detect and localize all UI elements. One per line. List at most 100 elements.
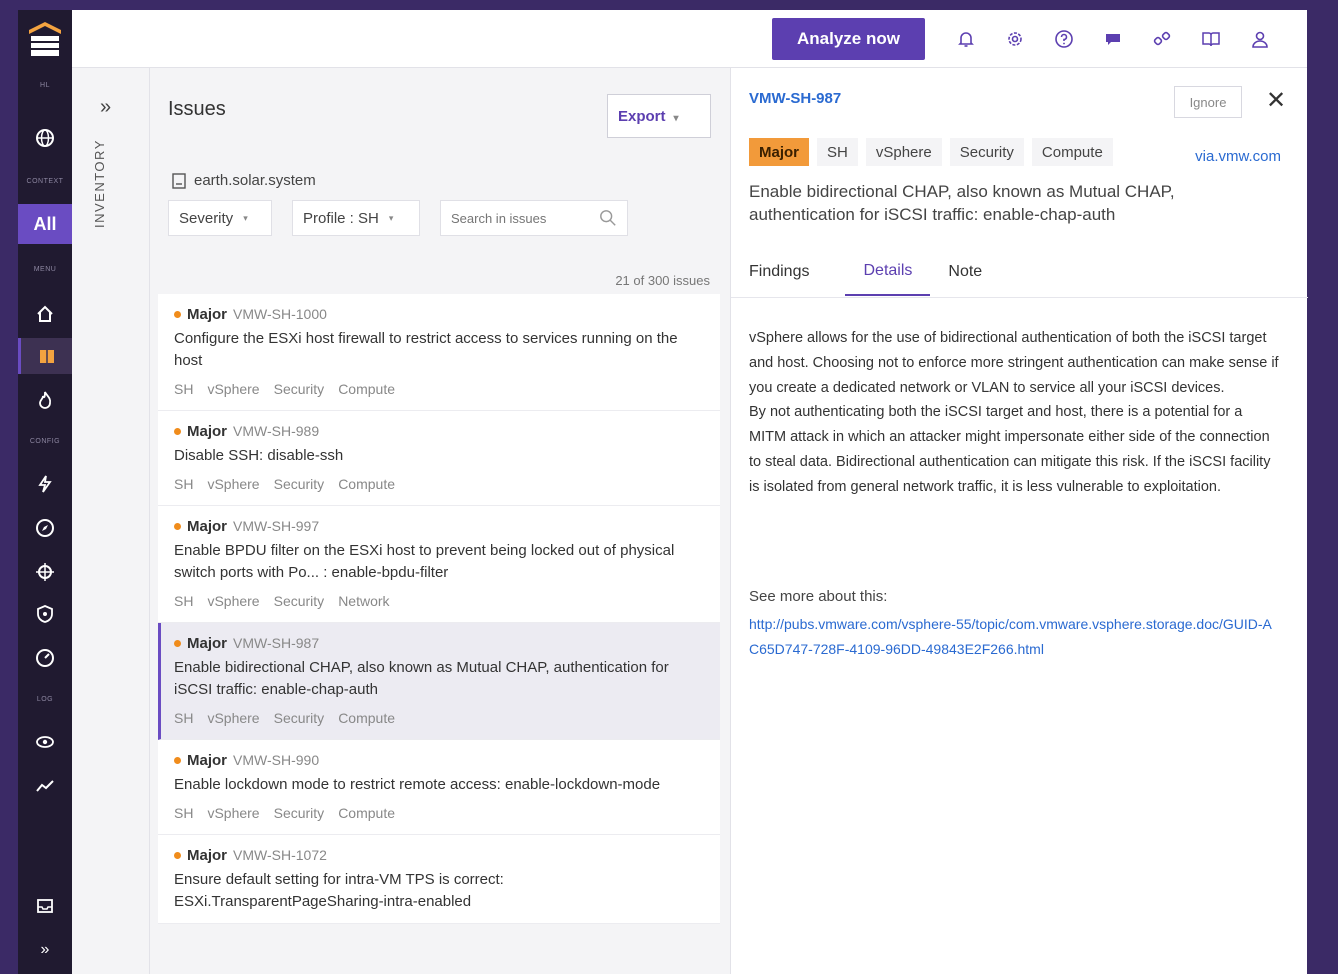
issue-item-selected[interactable]: Major VMW-SH-987 Enable bidirectional CHA… xyxy=(158,623,720,740)
issue-item[interactable]: Major VMW-SH-1072 Ensure default setting … xyxy=(158,835,720,924)
issue-tag: vSphere xyxy=(207,593,260,609)
profile-filter[interactable]: Profile : SH ▾ xyxy=(292,200,420,236)
issue-tag: Security xyxy=(273,593,325,609)
chevron-down-icon: ▾ xyxy=(243,212,248,223)
issue-id: VMW-SH-1072 xyxy=(233,847,327,863)
issue-tag: Compute xyxy=(338,805,395,821)
close-icon[interactable]: ✕ xyxy=(1261,86,1291,116)
tabs-divider xyxy=(731,297,1308,298)
shield-icon[interactable] xyxy=(18,596,72,632)
ignore-button[interactable]: Ignore xyxy=(1174,86,1242,118)
detail-tag: SH xyxy=(817,138,858,166)
issue-tags: SH vSphere Security Network xyxy=(174,590,706,612)
issue-item[interactable]: Major VMW-SH-1000 Configure the ESXi host… xyxy=(158,294,720,411)
issue-severity: Major xyxy=(187,422,228,440)
label-config: CONFIG xyxy=(29,438,61,445)
issue-description: Disable SSH: disable-ssh xyxy=(174,447,344,464)
bolt-icon[interactable] xyxy=(18,466,72,502)
issue-tags: SH vSphere Security Compute xyxy=(174,802,706,824)
issue-tag: Security xyxy=(273,710,325,726)
vendor-link[interactable]: via.vmw.com xyxy=(1195,148,1281,165)
inventory-label[interactable]: INVENTORY xyxy=(92,139,107,228)
issue-item[interactable]: Major VMW-SH-997 Enable BPDU filter on th… xyxy=(158,506,720,623)
issue-id: VMW-SH-989 xyxy=(233,423,320,439)
issue-tag: vSphere xyxy=(207,476,260,492)
issue-tag: SH xyxy=(174,381,194,397)
export-button[interactable]: Export ▾ xyxy=(607,94,711,138)
search-icon[interactable] xyxy=(599,209,617,227)
detail-paragraph: vSphere allows for the use of bidirectio… xyxy=(749,330,1279,396)
home-icon[interactable] xyxy=(18,296,72,332)
label-context: CONTEXT xyxy=(26,178,64,185)
issue-id: VMW-SH-987 xyxy=(233,635,320,651)
issue-description: Ensure default setting for intra-VM TPS … xyxy=(174,871,504,910)
trend-icon[interactable] xyxy=(18,768,72,804)
globe-icon[interactable] xyxy=(18,120,72,156)
compass-icon[interactable] xyxy=(18,510,72,546)
fire-icon[interactable] xyxy=(18,382,72,418)
issue-severity: Major xyxy=(187,846,228,864)
chevron-down-icon: ▾ xyxy=(388,212,394,223)
left-sidebar: HL CONTEXT All MENU CONFIG LOG » xyxy=(18,10,72,974)
inbox-icon[interactable] xyxy=(18,888,72,924)
chat-icon[interactable] xyxy=(1102,28,1124,50)
app-logo-icon[interactable] xyxy=(27,20,63,58)
severity-filter[interactable]: Severity ▾ xyxy=(168,200,272,236)
label-hl: HL xyxy=(40,82,50,89)
detail-tabs: Findings Details Note xyxy=(749,248,1018,296)
context-all-button[interactable]: All xyxy=(18,204,72,244)
analyze-now-button[interactable]: Analyze now xyxy=(772,18,925,60)
detail-issue-id[interactable]: VMW-SH-987 xyxy=(749,90,841,107)
issues-panel: Issues Export ▾ earth.solar.system Severi… xyxy=(150,68,730,974)
severity-dot-icon xyxy=(174,522,181,530)
crosshair-icon[interactable] xyxy=(18,554,72,590)
tab-details[interactable]: Details xyxy=(845,248,931,296)
severity-dot-icon xyxy=(174,310,181,318)
tab-note[interactable]: Note xyxy=(948,248,1000,296)
gauge-icon[interactable] xyxy=(18,640,72,676)
detail-body: vSphere allows for the use of bidirectio… xyxy=(749,326,1279,500)
issue-severity: Major xyxy=(187,634,228,652)
top-bar: Analyze now xyxy=(72,10,1307,68)
issue-description: Enable lockdown mode to restrict remote … xyxy=(174,776,661,793)
server-icon xyxy=(172,172,186,189)
issue-id: VMW-SH-1000 xyxy=(233,306,327,322)
detail-tag: vSphere xyxy=(865,138,942,166)
issue-tags: SH vSphere Security Compute xyxy=(174,707,706,729)
issue-tag: Security xyxy=(273,381,325,397)
main-area: Analyze now » INVENTORY Issues Export ▾ xyxy=(72,10,1308,974)
severity-dot-icon xyxy=(174,756,181,764)
reference-link[interactable]: http://pubs.vmware.com/vsphere-55/topic/… xyxy=(749,612,1279,661)
detail-title: Enable bidirectional CHAP, also known as… xyxy=(749,182,1175,224)
eye-icon[interactable] xyxy=(18,724,72,760)
issues-book-icon[interactable] xyxy=(18,338,72,374)
issues-title: Issues xyxy=(168,98,226,120)
issue-item[interactable]: Major VMW-SH-989 Disable SSH: disable-ssh… xyxy=(158,411,720,506)
search-input[interactable] xyxy=(451,210,599,226)
issue-tag: SH xyxy=(174,476,194,492)
link-icon[interactable] xyxy=(1151,28,1173,50)
export-label: Export xyxy=(618,107,666,125)
issue-tag: vSphere xyxy=(207,805,260,821)
detail-tag: Compute xyxy=(1031,138,1113,166)
inventory-expand-icon[interactable]: » xyxy=(100,96,111,119)
user-icon[interactable] xyxy=(1249,28,1271,50)
detail-paragraph: By not authenticating both the iSCSI tar… xyxy=(749,404,1271,495)
gear-icon[interactable] xyxy=(1004,28,1026,50)
tab-findings[interactable]: Findings xyxy=(749,248,827,296)
sidebar-expand-icon[interactable]: » xyxy=(18,932,72,968)
issue-tag: vSphere xyxy=(207,710,260,726)
search-box xyxy=(440,200,628,236)
issue-item[interactable]: Major VMW-SH-990 Enable lockdown mode to … xyxy=(158,740,720,835)
issue-tag: Security xyxy=(273,476,325,492)
bell-icon[interactable] xyxy=(955,28,977,50)
severity-badge: Major xyxy=(749,138,810,166)
severity-dot-icon xyxy=(174,639,181,647)
help-icon[interactable] xyxy=(1053,28,1075,50)
detail-tag: Security xyxy=(949,138,1024,166)
issue-description: Enable BPDU filter on the ESXi host to p… xyxy=(174,542,675,581)
issue-id: VMW-SH-997 xyxy=(233,518,320,534)
book-icon[interactable] xyxy=(1200,28,1222,50)
issue-tag: SH xyxy=(174,805,194,821)
issue-tag: SH xyxy=(174,710,194,726)
